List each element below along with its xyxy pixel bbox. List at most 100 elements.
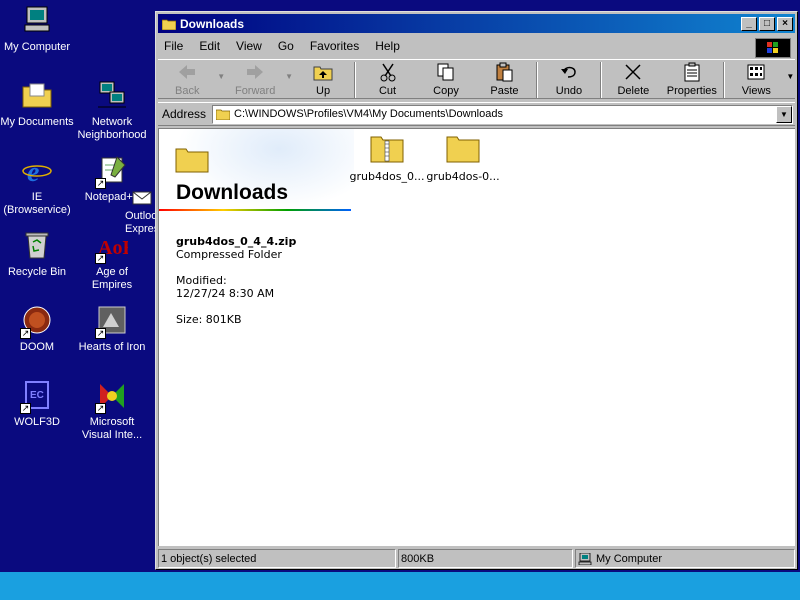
desktop-icon-doom[interactable]: ↗ DOOM bbox=[0, 303, 74, 354]
documents-folder-icon bbox=[20, 78, 54, 112]
desktop-icon-label: Hearts of Iron bbox=[78, 341, 146, 353]
status-zone: My Computer bbox=[575, 549, 795, 568]
shortcut-arrow-icon: ↗ bbox=[95, 328, 106, 339]
desktop-icon-label: Recycle Bin bbox=[7, 266, 67, 278]
zip-folder-icon bbox=[370, 136, 404, 163]
shortcut-arrow-icon: ↗ bbox=[95, 403, 106, 414]
svg-text:e: e bbox=[27, 157, 39, 185]
file-name: grub4dos_0... bbox=[349, 170, 425, 183]
views-button[interactable]: Views bbox=[727, 62, 785, 97]
hearts-of-iron-icon: ↗ bbox=[95, 303, 129, 339]
desktop-icon-age-of-empires[interactable]: AoE ↗ Age of Empires bbox=[75, 228, 149, 292]
modified-label: Modified: bbox=[176, 274, 227, 287]
desktop-icon-recycle-bin[interactable]: Recycle Bin bbox=[0, 228, 74, 279]
minimize-button[interactable]: _ bbox=[741, 16, 757, 31]
windows-logo-icon bbox=[755, 38, 791, 58]
outlook-express-icon bbox=[131, 188, 155, 208]
network-icon bbox=[95, 78, 129, 112]
menu-bar: File Edit View Go Favorites Help bbox=[158, 36, 795, 58]
modified-value: 12/27/24 8:30 AM bbox=[176, 287, 275, 300]
forward-arrow-icon bbox=[247, 65, 264, 79]
clipboard-icon bbox=[496, 62, 513, 82]
toolbar-separator bbox=[600, 62, 603, 98]
views-grid-icon bbox=[747, 64, 765, 80]
forward-button[interactable]: Forward bbox=[226, 62, 284, 97]
undo-icon bbox=[560, 66, 576, 78]
undo-button[interactable]: Undo bbox=[540, 62, 598, 97]
address-dropdown-button[interactable]: ▼ bbox=[776, 105, 792, 123]
menu-edit[interactable]: Edit bbox=[199, 39, 220, 53]
forward-dropdown-icon[interactable]: ▼ bbox=[284, 62, 293, 81]
desktop-icon-wolf3d[interactable]: EC ↗ WOLF3D bbox=[0, 378, 74, 429]
desktop-icon-label: My Documents bbox=[0, 116, 74, 128]
menu-view[interactable]: View bbox=[236, 39, 262, 53]
wolf3d-icon: EC ↗ bbox=[20, 378, 54, 414]
selected-file-name: grub4dos_0_4_4.zip bbox=[176, 235, 297, 248]
maximize-button[interactable]: □ bbox=[759, 16, 775, 31]
shortcut-arrow-icon: ↗ bbox=[95, 178, 106, 189]
desktop-icon-network-neighborhood[interactable]: Network Neighborhood bbox=[75, 78, 149, 142]
age-of-empires-icon: AoE ↗ bbox=[95, 228, 129, 264]
desktop-icon-my-computer[interactable]: My Computer bbox=[0, 3, 74, 54]
desktop-icon-label: Age of Empires bbox=[91, 266, 133, 291]
scissors-icon bbox=[380, 63, 396, 82]
notepad-icon: ↗ bbox=[95, 153, 129, 189]
delete-button[interactable]: Delete bbox=[604, 62, 662, 97]
menu-favorites[interactable]: Favorites bbox=[310, 39, 359, 53]
menu-help[interactable]: Help bbox=[375, 39, 400, 53]
webview-details: grub4dos_0_4_4.zip Compressed Folder Mod… bbox=[176, 235, 296, 326]
computer-icon bbox=[20, 3, 54, 37]
toolbar: Back ▼ Forward ▼ Up Cut Copy Paste Undo bbox=[158, 59, 795, 99]
paste-button[interactable]: Paste bbox=[475, 62, 533, 97]
desktop-icon-label: Network Neighborhood bbox=[77, 116, 147, 141]
taskbar[interactable] bbox=[0, 572, 800, 600]
folder-icon bbox=[446, 136, 480, 163]
webview-banner bbox=[159, 129, 354, 219]
delete-x-icon bbox=[625, 64, 641, 80]
status-selection: 1 object(s) selected bbox=[158, 549, 396, 568]
up-folder-icon bbox=[313, 66, 333, 81]
up-button[interactable]: Up bbox=[294, 62, 352, 97]
explorer-window: Downloads _ □ × File Edit View Go Favori… bbox=[155, 11, 798, 570]
status-bar: 1 object(s) selected 800KB My Computer bbox=[158, 549, 795, 569]
toolbar-separator bbox=[535, 62, 538, 98]
computer-icon bbox=[578, 552, 592, 565]
address-value: C:\WINDOWS\Profiles\VM4\My Documents\Dow… bbox=[234, 108, 503, 120]
menu-file[interactable]: File bbox=[164, 39, 183, 53]
address-input[interactable]: C:\WINDOWS\Profiles\VM4\My Documents\Dow… bbox=[212, 104, 793, 124]
back-button[interactable]: Back bbox=[158, 62, 216, 97]
toolbar-separator bbox=[354, 62, 357, 98]
desktop-icon-hearts-of-iron[interactable]: ↗ Hearts of Iron bbox=[75, 303, 149, 354]
folder-icon bbox=[175, 148, 209, 173]
folder-icon bbox=[162, 19, 176, 30]
window-title: Downloads bbox=[180, 16, 245, 31]
internet-explorer-icon: e bbox=[20, 153, 54, 187]
menu-go[interactable]: Go bbox=[278, 39, 294, 53]
copy-icon bbox=[437, 63, 454, 81]
folder-icon bbox=[216, 109, 231, 120]
desktop-icon-label: My Computer bbox=[3, 41, 71, 53]
back-dropdown-icon[interactable]: ▼ bbox=[216, 62, 225, 81]
file-name: grub4dos-0... bbox=[426, 170, 500, 183]
desktop-icon-ie-browservice[interactable]: e IE (Browservice) bbox=[0, 153, 74, 217]
shortcut-arrow-icon: ↗ bbox=[20, 403, 31, 414]
cut-button[interactable]: Cut bbox=[358, 62, 416, 97]
close-button[interactable]: × bbox=[777, 16, 793, 31]
svg-text:EC: EC bbox=[30, 390, 44, 401]
toolbar-separator bbox=[723, 62, 726, 98]
properties-button[interactable]: Properties bbox=[663, 62, 721, 97]
back-arrow-icon bbox=[179, 65, 196, 79]
shortcut-arrow-icon: ↗ bbox=[95, 253, 106, 264]
file-item-grub4dos-folder[interactable]: grub4dos-0... bbox=[425, 133, 501, 183]
title-bar[interactable]: Downloads _ □ × bbox=[158, 14, 795, 33]
visual-interdev-icon: ↗ bbox=[95, 378, 129, 414]
address-bar: Address C:\WINDOWS\Profiles\VM4\My Docum… bbox=[158, 102, 795, 126]
copy-button[interactable]: Copy bbox=[417, 62, 475, 97]
desktop-icon-microsoft-visual-interdev[interactable]: ↗ Microsoft Visual Inte... bbox=[75, 378, 149, 442]
selected-file-type: Compressed Folder bbox=[176, 248, 282, 261]
folder-view[interactable]: Downloads grub4dos_0_4_4.zip Compressed … bbox=[158, 128, 795, 546]
views-dropdown-icon[interactable]: ▼ bbox=[786, 62, 795, 81]
status-size: 800KB bbox=[398, 549, 573, 568]
file-item-grub4dos-zip[interactable]: grub4dos_0... bbox=[349, 133, 425, 183]
desktop-icon-my-documents[interactable]: My Documents bbox=[0, 78, 74, 129]
